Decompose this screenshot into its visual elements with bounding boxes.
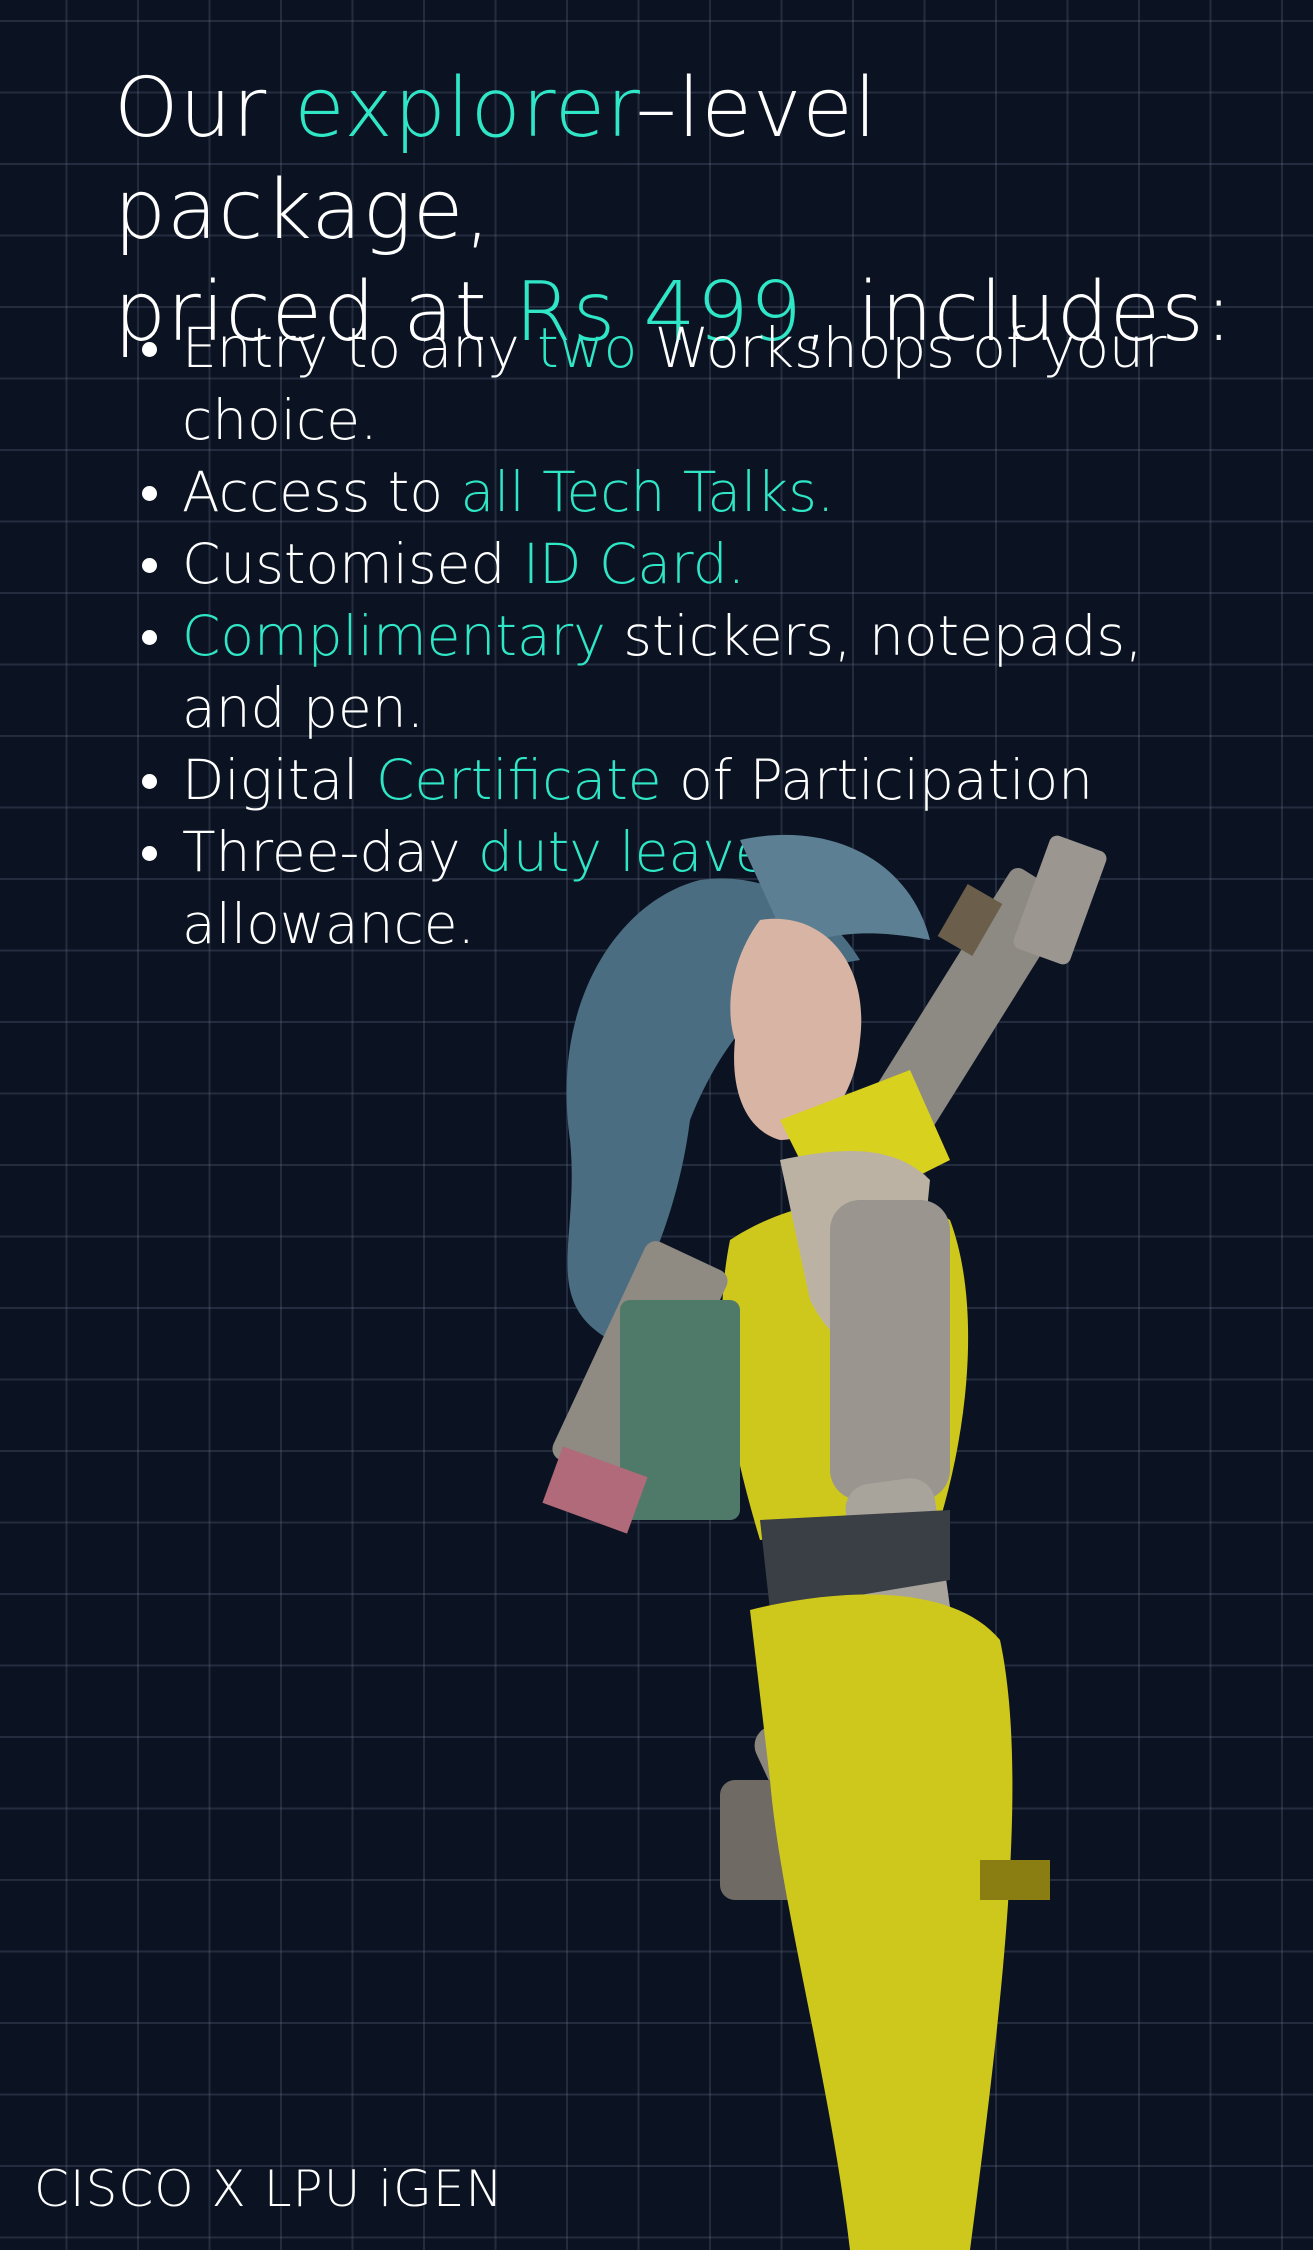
character-legs (750, 1594, 1013, 2250)
benefit-text: of Participation (661, 748, 1093, 812)
cyberpunk-character-illustration (542, 834, 1107, 2250)
benefit-item-certificate: Digital Certificate of Participation (138, 744, 1258, 816)
benefit-item-id-card: Customised ID Card. (138, 528, 1258, 600)
benefit-text: Three-day (182, 820, 479, 884)
benefit-text: Digital (182, 748, 376, 812)
benefit-highlight: Certificate (375, 748, 662, 812)
benefit-highlight: ID Card. (522, 532, 746, 596)
benefit-highlight: Complimentary (182, 604, 606, 668)
headline-text-1: Our (114, 61, 295, 156)
footer-brand: CISCO X LPU iGEN (34, 2160, 504, 2218)
benefit-item-tech-talks: Access to all Tech Talks. (138, 456, 1258, 528)
benefit-highlight: all Tech Talks. (460, 460, 835, 524)
package-level: explorer (294, 61, 636, 156)
benefit-text: Access to (182, 460, 461, 524)
benefit-highlight: two (537, 316, 638, 380)
benefit-text: Entry to any (182, 316, 538, 380)
benefit-item-workshops: Entry to any two Workshops of your choic… (138, 312, 1258, 456)
hip-label (980, 1860, 1050, 1900)
promo-poster: Our explorer–level package, priced at Rs… (0, 0, 1313, 2250)
benefit-text: Customised (182, 532, 523, 596)
benefit-text: allowance. (182, 892, 476, 956)
benefit-item-goodies: Complimentary stickers, notepads, and pe… (138, 600, 1258, 744)
